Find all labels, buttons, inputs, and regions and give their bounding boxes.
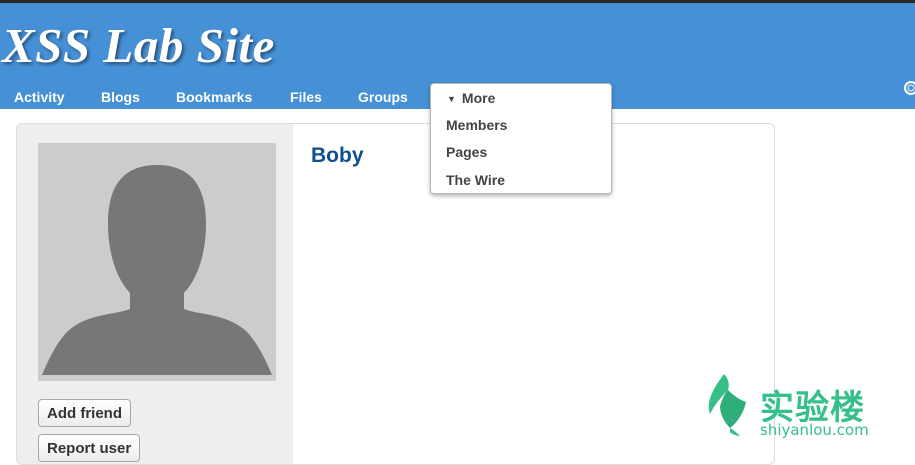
default-user-silhouette-icon	[42, 165, 272, 375]
add-friend-button[interactable]: Add friend	[38, 399, 131, 427]
more-menu-label: More	[461, 90, 496, 106]
leaf-logo-icon	[708, 374, 746, 436]
menu-item-the-wire[interactable]: The Wire	[446, 172, 505, 188]
nav-item-groups[interactable]: Groups	[358, 89, 408, 105]
watermark-url: shiyanlou.com	[760, 421, 869, 439]
menu-item-members[interactable]: Members	[446, 117, 507, 133]
search-icon[interactable]	[903, 80, 915, 96]
shiyanlou-watermark: 实验楼 shiyanlou.com	[704, 370, 884, 440]
nav-item-bookmarks[interactable]: Bookmarks	[176, 89, 252, 105]
nav-item-blogs[interactable]: Blogs	[101, 89, 140, 105]
profile-name[interactable]: Boby	[311, 144, 364, 168]
nav-item-activity[interactable]: Activity	[14, 89, 65, 105]
nav-item-files[interactable]: Files	[290, 89, 322, 105]
avatar	[38, 143, 276, 381]
profile-panel: Add friend Report user Boby	[16, 123, 775, 465]
profile-sidebar: Add friend Report user	[17, 124, 293, 464]
menu-item-pages[interactable]: Pages	[446, 144, 487, 160]
report-user-button[interactable]: Report user	[38, 434, 141, 462]
more-dropdown-menu: ▼ More Members Pages The Wire	[430, 83, 612, 194]
site-title[interactable]: XSS Lab Site	[2, 17, 275, 74]
more-menu-toggle[interactable]: ▼ More	[447, 90, 495, 106]
triangle-down-icon: ▼	[447, 94, 456, 104]
